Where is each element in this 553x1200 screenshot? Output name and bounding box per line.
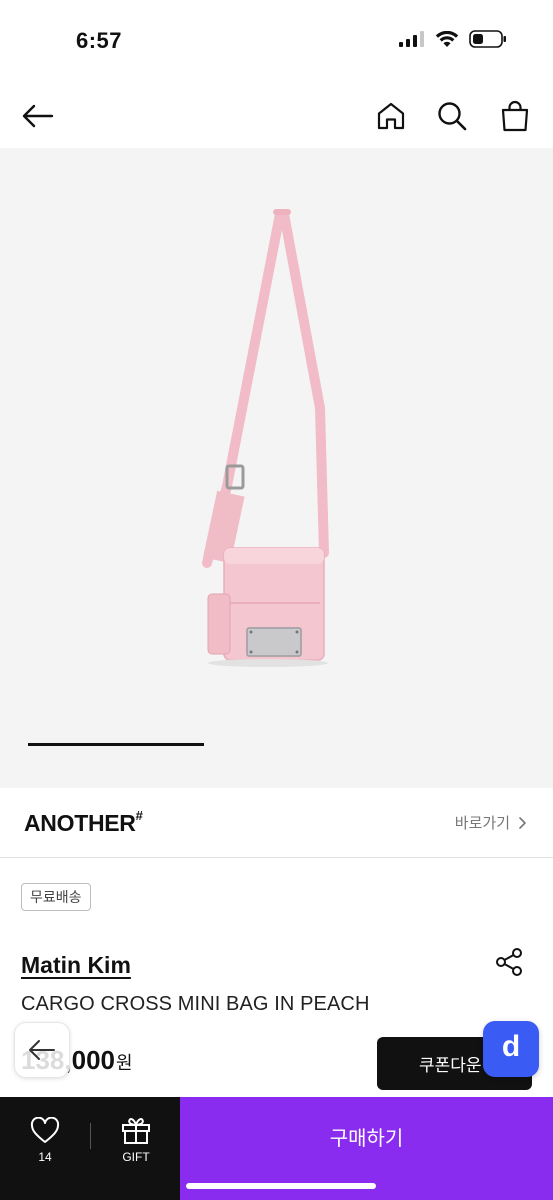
status-icons (399, 30, 507, 48)
brand-shortcut-label: 바로가기 (454, 814, 510, 832)
status-time: 6:57 (76, 28, 123, 53)
app-d-icon: d (501, 1030, 521, 1063)
home-button[interactable] (371, 96, 411, 136)
bar-divider (90, 1123, 91, 1149)
status-bar: 6:57 (0, 0, 553, 82)
coupon-download-label: 쿠폰다운 (419, 1056, 482, 1076)
carousel-indicator (28, 743, 204, 746)
brand-logo-mark: # (135, 808, 143, 824)
search-button[interactable] (432, 96, 472, 136)
product-image[interactable] (0, 148, 553, 788)
signal-icon (399, 31, 424, 47)
buy-button-label: 구매하기 (329, 1126, 404, 1150)
share-icon (496, 948, 522, 976)
app-d-button[interactable]: d (483, 1021, 539, 1077)
back-arrow-icon (22, 104, 54, 128)
gift-button[interactable]: GIFT (92, 1097, 180, 1200)
price-unit: 원 (115, 1053, 133, 1073)
home-icon (377, 102, 405, 130)
gift-icon (122, 1118, 150, 1144)
cart-button[interactable] (495, 96, 535, 136)
floating-back-button[interactable] (14, 1022, 70, 1078)
brand-logo: ANOTHER# (24, 808, 143, 837)
like-button[interactable]: 14 (0, 1097, 90, 1200)
product-bag-illustration (202, 209, 329, 667)
gift-label: GIFT (122, 1150, 150, 1164)
product-title: CARGO CROSS MINI BAG IN PEACH (21, 993, 370, 1015)
back-button[interactable] (18, 96, 58, 136)
heart-icon (30, 1117, 60, 1143)
brand-shortcut-link[interactable]: 바로가기 (455, 812, 527, 833)
chevron-right-icon (519, 816, 526, 829)
share-button[interactable] (494, 946, 526, 978)
back-arrow-icon (29, 1040, 55, 1060)
app-header (0, 82, 553, 148)
like-count: 14 (38, 1150, 52, 1164)
brand-logo-text: ANOTHER (24, 810, 136, 836)
shopping-bag-icon (501, 100, 529, 132)
home-indicator (186, 1183, 376, 1189)
wifi-icon (435, 30, 459, 47)
battery-icon (469, 30, 506, 48)
search-icon (438, 102, 467, 131)
brand-row: ANOTHER# 바로가기 (0, 788, 553, 858)
free-shipping-badge: 무료배송 (21, 883, 91, 911)
product-brand-name[interactable]: Matin Kim (21, 952, 131, 979)
